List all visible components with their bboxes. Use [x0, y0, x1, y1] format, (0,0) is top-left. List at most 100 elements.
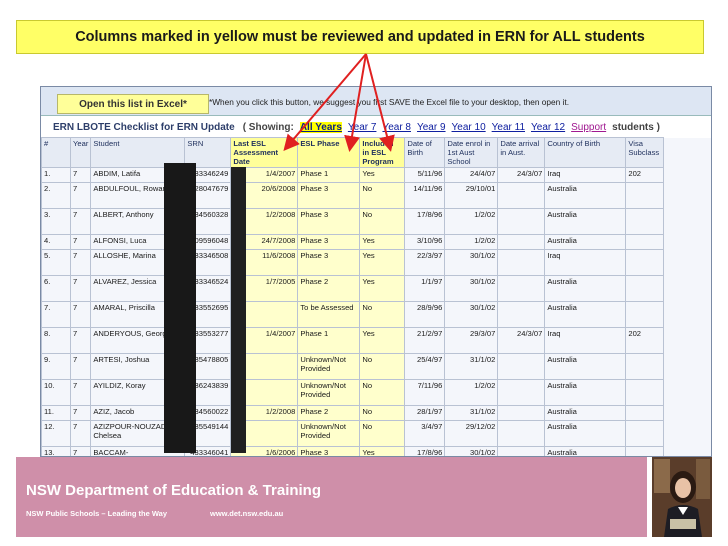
cell-visa-subclass: [625, 405, 665, 421]
cell-date-arrival: [497, 234, 546, 250]
cell-date-enrol: 30/1/02: [444, 446, 499, 456]
cell-year: 7: [69, 167, 92, 183]
col-header-date-enrol[interactable]: Date enrol in 1st Aust School: [444, 137, 499, 168]
cell-date-arrival: [497, 405, 546, 421]
col-header-visa-subclass[interactable]: Visa Subclass: [625, 137, 665, 168]
open-in-excel-button[interactable]: Open this list in Excel*: [57, 94, 209, 114]
cell-date-of-birth: 28/9/96: [404, 301, 446, 328]
students-label: students ): [612, 121, 660, 133]
col-header-country-of-birth[interactable]: Country of Birth: [544, 137, 627, 168]
filter-support[interactable]: Support: [571, 122, 606, 133]
cell-included-in-esl-program: Yes: [359, 327, 406, 354]
cell-visa-subclass: [625, 301, 665, 328]
table-row: 2. 7 ABDULFOUL, Rowanne 428047679 20/6/2008 P…: [41, 182, 665, 209]
cell-date-arrival: [497, 301, 546, 328]
cell-year: 7: [69, 234, 92, 250]
checklist-title-bar: ERN LBOTE Checklist for ERN Update ( Sho…: [41, 115, 711, 138]
student-photo: [652, 457, 712, 537]
cell-country-of-birth: Australia: [544, 379, 627, 406]
cell-date-enrol: 30/1/02: [444, 275, 499, 302]
cell-date-arrival: 24/3/07: [497, 327, 546, 354]
cell-date-of-birth: 1/1/97: [404, 275, 446, 302]
cell-date-of-birth: 21/2/97: [404, 327, 446, 354]
cell-date-arrival: 24/3/07: [497, 167, 546, 183]
cell-country-of-birth: Australia: [544, 234, 627, 250]
cell-date-enrol: 1/2/02: [444, 379, 499, 406]
cell-date-of-birth: 14/11/96: [404, 182, 446, 209]
cell-year: 7: [69, 275, 92, 302]
cell-included-in-esl-program: No: [359, 379, 406, 406]
cell-esl-phase: Unknown/Not Provided: [297, 353, 361, 380]
cell-country-of-birth: Australia: [544, 353, 627, 380]
checklist-title: ERN LBOTE Checklist for ERN Update: [53, 121, 235, 133]
filter-year-12[interactable]: Year 12: [531, 122, 565, 133]
cell-visa-subclass: [625, 353, 665, 380]
cell-country-of-birth: Australia: [544, 275, 627, 302]
footer-url[interactable]: www.det.nsw.edu.au: [210, 509, 283, 518]
table-row: 5. 7 ALLOSHE, Marina 433346508 11/6/2008 Phas…: [41, 249, 665, 276]
cell-date-arrival: [497, 420, 546, 447]
cell-included-in-esl-program: No: [359, 182, 406, 209]
cell-esl-phase: Phase 3: [297, 446, 361, 456]
cell-row-number: 12.: [41, 420, 71, 447]
cell-date-of-birth: 7/11/96: [404, 379, 446, 406]
cell-esl-phase: Unknown/Not Provided: [297, 379, 361, 406]
filter-year-9[interactable]: Year 9: [417, 122, 446, 133]
cell-country-of-birth: Iraq: [544, 167, 627, 183]
table-row: 3. 7 ALBERT, Anthony 434560328 1/2/2008 Phase…: [41, 208, 665, 235]
table-row: 11. 7 AZIZ, Jacob 434560022 1/2/2008 Phase 2N…: [41, 405, 665, 421]
cell-date-enrol: 29/10/01: [444, 182, 499, 209]
cell-date-of-birth: 5/11/96: [404, 167, 446, 183]
filter-year-11[interactable]: Year 11: [492, 122, 525, 133]
cell-row-number: 9.: [41, 353, 71, 380]
table-row: 13.7BACCAM-CHANTHAPANYA, Tasha4333460411…: [41, 446, 665, 456]
table-row: 6. 7 ALVAREZ, Jessica 433346524 1/7/2005 Phas…: [41, 275, 665, 302]
col-header-year[interactable]: Year: [69, 137, 92, 168]
col-header-esl-phase[interactable]: ESL Phase: [297, 137, 361, 168]
cell-country-of-birth: Australia: [544, 182, 627, 209]
checklist-table: # Year Student SRN Last ESL Assessment D…: [41, 137, 665, 456]
col-header-last-esl-assessment-date[interactable]: Last ESL Assessment Date: [230, 137, 299, 168]
col-header-number[interactable]: #: [41, 137, 71, 168]
cell-country-of-birth: Australia: [544, 405, 627, 421]
cell-year: 7: [69, 379, 92, 406]
cell-visa-subclass: 202: [625, 167, 665, 183]
cell-date-enrol: 1/2/02: [444, 208, 499, 235]
filter-year-10[interactable]: Year 10: [452, 122, 486, 133]
cell-year: 7: [69, 327, 92, 354]
cell-date-of-birth: 3/10/96: [404, 234, 446, 250]
cell-esl-phase: Phase 3: [297, 234, 361, 250]
cell-esl-phase: Phase 1: [297, 167, 361, 183]
filter-year-7[interactable]: Year 7: [348, 122, 377, 133]
cell-country-of-birth: Australia: [544, 446, 627, 456]
cell-row-number: 10.: [41, 379, 71, 406]
table-row: 7. 7 AMARAL, Priscilla 433552695 To be Asses…: [41, 301, 665, 328]
col-header-date-of-birth[interactable]: Date of Birth: [404, 137, 446, 168]
col-header-date-arrival[interactable]: Date arrival in Aust.: [497, 137, 546, 168]
cell-country-of-birth: Australia: [544, 208, 627, 235]
footer: NSW Department of Education & Training N…: [16, 457, 647, 537]
cell-year: 7: [69, 301, 92, 328]
cell-date-arrival: [497, 379, 546, 406]
cell-date-enrol: 29/3/07: [444, 327, 499, 354]
showing-label: ( Showing:: [242, 121, 294, 133]
cell-visa-subclass: [625, 208, 665, 235]
department-name: NSW Department of Education & Training: [26, 482, 322, 499]
cell-date-enrol: 31/1/02: [444, 353, 499, 380]
cell-country-of-birth: Iraq: [544, 249, 627, 276]
cell-date-arrival: [497, 208, 546, 235]
table-header-row: # Year Student SRN Last ESL Assessment D…: [41, 137, 665, 168]
cell-country-of-birth: Australia: [544, 301, 627, 328]
cell-date-arrival: [497, 446, 546, 456]
cell-included-in-esl-program: No: [359, 420, 406, 447]
filter-year-8[interactable]: Year 8: [382, 122, 411, 133]
cell-esl-phase: Phase 3: [297, 208, 361, 235]
footer-tagline: NSW Public Schools – Leading the Way: [26, 509, 167, 518]
cell-visa-subclass: [625, 182, 665, 209]
cell-date-of-birth: 28/1/97: [404, 405, 446, 421]
cell-included-in-esl-program: No: [359, 301, 406, 328]
cell-row-number: 11.: [41, 405, 71, 421]
cell-esl-phase: Unknown/Not Provided: [297, 420, 361, 447]
filter-all-years[interactable]: All Years: [299, 121, 342, 133]
col-header-included-in-esl-program[interactable]: Included in ESL Program: [359, 137, 406, 168]
